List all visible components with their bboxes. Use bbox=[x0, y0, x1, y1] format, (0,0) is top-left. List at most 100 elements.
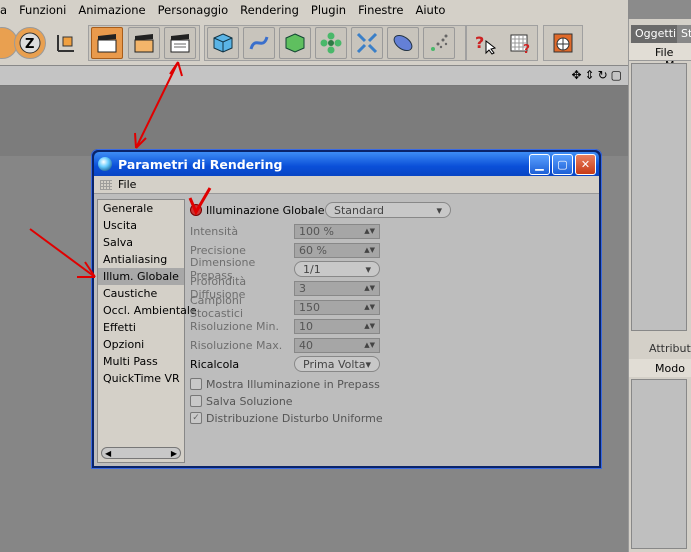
object-manager-file-menu[interactable]: File bbox=[655, 46, 673, 59]
dialog-titlebar[interactable]: Parametri di Rendering ▁ ▢ ✕ bbox=[94, 152, 599, 176]
ricalcola-label: Ricalcola bbox=[190, 357, 240, 371]
menu-item-a[interactable]: a bbox=[0, 3, 13, 17]
nurbs-button[interactable] bbox=[279, 27, 311, 59]
intensita-field[interactable]: 100 % ▲▼ bbox=[294, 223, 380, 239]
nurbs-cube-icon bbox=[285, 33, 305, 53]
profondita-field[interactable]: 3 ▲▼ bbox=[294, 280, 380, 296]
category-generale[interactable]: Generale bbox=[98, 200, 184, 217]
coordinate-system-button[interactable] bbox=[50, 27, 82, 59]
cube-primitive-button[interactable] bbox=[207, 27, 239, 59]
close-button[interactable]: ✕ bbox=[575, 154, 596, 175]
tab-oggetti[interactable]: Oggetti bbox=[631, 25, 681, 43]
chevron-down-icon: ▾ bbox=[436, 203, 442, 217]
menu-item-animazione[interactable]: Animazione bbox=[72, 3, 151, 17]
maximize-view-icon[interactable]: ▢ bbox=[611, 68, 622, 82]
rismin-field[interactable]: 10 ▲▼ bbox=[294, 318, 380, 334]
z-axis-button[interactable]: Z bbox=[14, 27, 46, 59]
category-antialiasing[interactable]: Antialiasing bbox=[98, 251, 184, 268]
tab-structure[interactable]: St bbox=[677, 25, 691, 43]
spline-button[interactable] bbox=[243, 27, 275, 59]
help-button[interactable]: ? bbox=[469, 27, 501, 59]
dialog-menubar: File bbox=[94, 176, 599, 194]
chevron-down-icon: ▾ bbox=[365, 262, 371, 276]
attributi-label: Attributi bbox=[649, 342, 691, 355]
rismax-label: Risoluzione Max. bbox=[190, 338, 283, 352]
salva-soluzione-checkbox[interactable] bbox=[190, 395, 202, 407]
spinner-icon[interactable]: ▲▼ bbox=[364, 284, 375, 292]
campioni-row: Campioni Stocastici 150 ▲▼ bbox=[190, 294, 380, 320]
grip-icon bbox=[100, 179, 112, 190]
spline-pen-icon bbox=[249, 36, 269, 50]
move-view-icon[interactable]: ✥ bbox=[571, 68, 581, 82]
environment-button[interactable] bbox=[387, 27, 419, 59]
help-calendar-button[interactable]: ? bbox=[505, 27, 537, 59]
minimize-button[interactable]: ▁ bbox=[529, 154, 550, 175]
menu-item-funzioni[interactable]: Funzioni bbox=[13, 3, 72, 17]
category-opzioni[interactable]: Opzioni bbox=[98, 336, 184, 353]
dolly-view-icon[interactable]: ⇕ bbox=[585, 68, 595, 82]
web-browser-button[interactable] bbox=[547, 27, 579, 59]
rismax-row: Risoluzione Max. 40 ▲▼ bbox=[190, 337, 380, 353]
attributes-area bbox=[631, 379, 687, 549]
clapperboard-settings-icon bbox=[170, 34, 190, 53]
category-scrollbar[interactable]: ◀ ▶ bbox=[101, 447, 181, 459]
gi-mode-dropdown[interactable]: Standard ▾ bbox=[325, 202, 451, 218]
expand-arrows-icon bbox=[356, 32, 378, 54]
spinner-icon[interactable]: ▲▼ bbox=[364, 341, 375, 349]
render-settings-button[interactable] bbox=[164, 27, 196, 59]
category-uscita[interactable]: Uscita bbox=[98, 217, 184, 234]
maximize-button[interactable]: ▢ bbox=[552, 154, 573, 175]
modo-menu[interactable]: Modo bbox=[655, 362, 685, 375]
svg-text:Z: Z bbox=[25, 37, 34, 52]
category-quicktime-vr[interactable]: QuickTime VR bbox=[98, 370, 184, 387]
check-icon: ✓ bbox=[192, 413, 200, 423]
particles-button[interactable] bbox=[423, 27, 455, 59]
category-salva[interactable]: Salva bbox=[98, 234, 184, 251]
spinner-icon[interactable]: ▲▼ bbox=[364, 303, 375, 311]
rotate-view-icon[interactable]: ↻ bbox=[598, 68, 608, 82]
menu-item-aiuto[interactable]: Aiuto bbox=[409, 3, 451, 17]
intensita-value: 100 % bbox=[299, 224, 334, 238]
menu-item-rendering[interactable]: Rendering bbox=[234, 3, 305, 17]
render-view-button[interactable] bbox=[91, 27, 123, 59]
category-caustiche[interactable]: Caustiche bbox=[98, 285, 184, 302]
array-button[interactable] bbox=[315, 27, 347, 59]
object-list[interactable] bbox=[631, 63, 687, 331]
rismax-field[interactable]: 40 ▲▼ bbox=[294, 337, 380, 353]
attributi-tab[interactable]: Attributi bbox=[629, 339, 691, 357]
campioni-value: 150 bbox=[299, 300, 320, 314]
prepass-dropdown[interactable]: 1/1 ▾ bbox=[294, 261, 380, 277]
intensita-label: Intensità bbox=[190, 224, 239, 238]
category-multi-pass[interactable]: Multi Pass bbox=[98, 353, 184, 370]
ricalcola-dropdown[interactable]: Prima Volta ▾ bbox=[294, 356, 380, 372]
salva-soluzione-row: Salva Soluzione bbox=[190, 393, 293, 409]
scroll-left-icon[interactable]: ◀ bbox=[105, 449, 111, 458]
spinner-icon[interactable]: ▲▼ bbox=[364, 322, 375, 330]
globe-window-icon bbox=[553, 33, 573, 53]
rismax-value: 40 bbox=[299, 338, 313, 352]
menu-item-personaggio[interactable]: Personaggio bbox=[152, 3, 235, 17]
spinner-icon[interactable]: ▲▼ bbox=[364, 246, 375, 254]
distribuzione-checkbox[interactable]: ✓ bbox=[190, 412, 202, 424]
intensita-row: Intensità 100 % ▲▼ bbox=[190, 223, 380, 239]
flower-array-icon bbox=[320, 32, 342, 54]
menu-item-finestre[interactable]: Finestre bbox=[352, 3, 409, 17]
render-region-button[interactable] bbox=[128, 27, 160, 59]
gi-enable-checkbox[interactable] bbox=[190, 204, 202, 216]
dialog-file-menu[interactable]: File bbox=[118, 178, 136, 191]
mostra-checkbox[interactable] bbox=[190, 378, 202, 390]
scroll-right-icon[interactable]: ▶ bbox=[171, 449, 177, 458]
object-manager-menu: File M bbox=[629, 43, 691, 72]
distribuzione-label: Distribuzione Disturbo Uniforme bbox=[206, 411, 383, 425]
gi-label: Illuminazione Globale bbox=[206, 203, 325, 217]
campioni-field[interactable]: 150 ▲▼ bbox=[294, 299, 380, 315]
menu-item-plugin[interactable]: Plugin bbox=[305, 3, 352, 17]
category-illum-globale[interactable]: Illum. Globale bbox=[98, 268, 184, 285]
category-occl-ambientale[interactable]: Occl. Ambientale bbox=[98, 302, 197, 319]
viewport-header: ✥ ⇕ ↻ ▢ bbox=[0, 66, 628, 86]
category-effetti[interactable]: Effetti bbox=[98, 319, 184, 336]
rismin-value: 10 bbox=[299, 319, 313, 333]
spinner-icon[interactable]: ▲▼ bbox=[364, 227, 375, 235]
deformer-button[interactable] bbox=[351, 27, 383, 59]
precisione-field[interactable]: 60 % ▲▼ bbox=[294, 242, 380, 258]
